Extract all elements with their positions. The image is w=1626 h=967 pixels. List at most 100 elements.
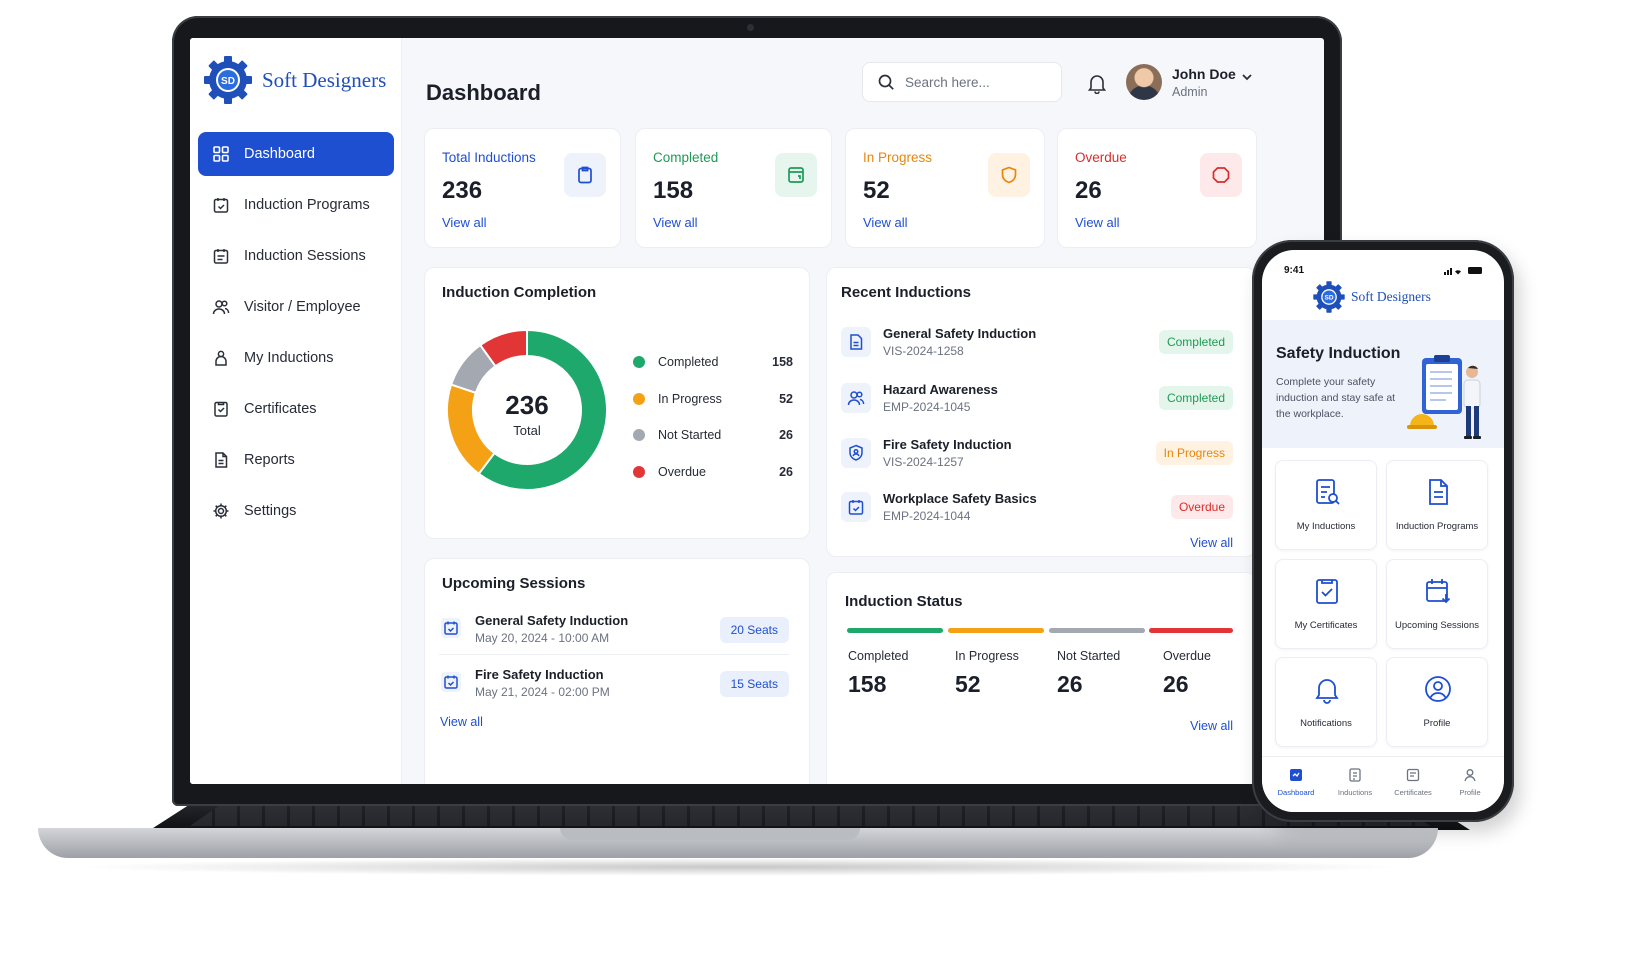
tile-my-inductions[interactable]: My Inductions [1275, 460, 1377, 550]
sidebar-item-label: Induction Programs [244, 197, 370, 213]
tile-label: My Inductions [1296, 521, 1356, 532]
sidebar-item-label: Induction Sessions [244, 248, 366, 264]
tab-inductions[interactable]: Inductions [1327, 767, 1383, 797]
stat-card-overdue[interactable]: Overdue 26 View all [1057, 128, 1257, 248]
item-title: Fire Safety Induction [883, 437, 1012, 452]
calendar-list-icon [213, 249, 229, 264]
list-item[interactable]: Fire Safety Induction May 21, 2024 - 02:… [439, 663, 789, 709]
view-all-link[interactable]: View all [442, 215, 487, 230]
session-title: General Safety Induction [475, 613, 629, 628]
user-circle-icon [1425, 676, 1451, 702]
sidebar-item-settings[interactable]: Settings [198, 489, 394, 533]
user-role: Admin [1172, 85, 1208, 99]
sidebar-item-visitor-employee[interactable]: Visitor / Employee [198, 285, 394, 329]
induction-status-card: Induction Status Completed In Progress N… [826, 572, 1256, 784]
page-title: Dashboard [426, 80, 541, 105]
tile-upcoming-sessions[interactable]: Upcoming Sessions [1386, 559, 1488, 649]
legend-item: In Progress 52 [633, 381, 793, 418]
user-icon [1464, 769, 1476, 782]
tab-certificates[interactable]: Certificates [1385, 767, 1441, 797]
tile-label: Induction Programs [1395, 521, 1479, 532]
legend-item: Completed 158 [633, 344, 793, 381]
status-label: Completed [848, 649, 909, 663]
search-bar[interactable]: Search here... [862, 62, 1062, 102]
item-code: EMP-2024-1045 [883, 400, 971, 414]
document-icon [1429, 479, 1448, 505]
user-name[interactable]: John Doe [1172, 66, 1236, 82]
stat-value: 158 [653, 177, 694, 204]
soft-designers-logo: SD [1313, 281, 1345, 313]
stat-card-completed[interactable]: Completed 158 View all [635, 128, 832, 248]
search-input[interactable]: Search here... [905, 75, 990, 90]
view-all-link[interactable]: View all [863, 215, 908, 230]
brand[interactable]: SD Soft Designers [202, 54, 386, 106]
sidebar-item-dashboard[interactable]: Dashboard [198, 132, 394, 176]
stat-icon-box [564, 153, 606, 197]
bell-icon [1315, 679, 1339, 704]
tile-my-certificates[interactable]: My Certificates [1275, 559, 1377, 649]
list-item[interactable]: General Safety Induction VIS-2024-1258 C… [841, 322, 1233, 368]
legend-value: 158 [772, 355, 793, 370]
sidebar-item-my-inductions[interactable]: My Inductions [198, 336, 394, 380]
view-all-link[interactable]: View all [440, 715, 483, 729]
ri-icon-box [841, 327, 871, 357]
list-item[interactable]: Hazard Awareness EMP-2024-1045 Completed [841, 378, 1233, 424]
bell-icon[interactable] [1086, 72, 1108, 94]
brand-name: Soft Designers [262, 67, 387, 92]
certificate-icon [1316, 579, 1338, 604]
sidebar-item-induction-sessions[interactable]: Induction Sessions [198, 234, 394, 278]
sidebar-item-induction-programs[interactable]: Induction Programs [198, 183, 394, 227]
legend-value: 52 [779, 391, 793, 406]
stat-icon-box [775, 153, 817, 197]
view-all-link[interactable]: View all [1075, 215, 1120, 230]
seats-badge: 15 Seats [719, 671, 789, 697]
legend-dot [633, 356, 645, 369]
list-item[interactable]: Workplace Safety Basics EMP-2024-1044 Ov… [841, 487, 1233, 533]
view-all-link[interactable]: View all [653, 215, 698, 230]
legend-value: 26 [779, 464, 793, 479]
sidebar-item-certificates[interactable]: Certificates [198, 387, 394, 431]
certificate-icon [214, 401, 228, 417]
calendar-check-icon [848, 500, 864, 515]
tile-label: My Certificates [1294, 620, 1358, 631]
stat-value: 236 [442, 177, 483, 204]
phone-clock: 9:41 [1284, 265, 1305, 276]
tile-induction-programs[interactable]: Induction Programs [1386, 460, 1488, 550]
calendar-icon [788, 167, 804, 183]
donut-total: 236 [505, 390, 549, 420]
legend-item: Not Started 26 [633, 417, 793, 454]
chevron-down-icon[interactable] [1240, 70, 1254, 84]
list-item[interactable]: Fire Safety Induction VIS-2024-1257 In P… [841, 433, 1233, 479]
stat-value: 52 [863, 177, 890, 204]
sidebar-item-label: Certificates [244, 401, 317, 417]
view-all-link[interactable]: View all [1190, 719, 1233, 733]
tab-dashboard[interactable]: Dashboard [1268, 767, 1324, 797]
phone-brand-name: Soft Designers [1351, 289, 1431, 304]
clipboard-search-icon [1316, 479, 1340, 505]
session-time: May 21, 2024 - 02:00 PM [475, 685, 610, 699]
item-code: VIS-2024-1257 [883, 455, 964, 469]
phone-frame: 9:41 SD Soft Designers Safety Induction … [1252, 240, 1514, 822]
item-title: Hazard Awareness [883, 382, 998, 397]
upcoming-sessions-card: Upcoming Sessions General Safety Inducti… [424, 558, 810, 784]
document-icon [215, 452, 228, 468]
certificate-icon [1406, 768, 1420, 782]
status-icons [1444, 267, 1482, 275]
stat-card-total[interactable]: Total Inductions 236 View all [424, 128, 621, 248]
gear-icon [213, 503, 229, 519]
grid-icon [213, 146, 229, 162]
stat-label: In Progress [863, 150, 933, 165]
tile-notifications[interactable]: Notifications [1275, 657, 1377, 747]
legend-item: Overdue 26 [633, 454, 793, 491]
donut-center: 236 Total [477, 390, 577, 438]
tab-profile[interactable]: Profile [1442, 767, 1498, 797]
svg-text:SD: SD [1324, 295, 1333, 302]
stat-card-in-progress[interactable]: In Progress 52 View all [845, 128, 1045, 248]
view-all-link[interactable]: View all [1190, 536, 1233, 550]
list-item[interactable]: General Safety Induction May 20, 2024 - … [439, 609, 789, 655]
tile-profile[interactable]: Profile [1386, 657, 1488, 747]
legend-dot [633, 429, 645, 442]
sidebar-item-reports[interactable]: Reports [198, 438, 394, 482]
avatar[interactable] [1126, 64, 1162, 100]
ri-icon-box [841, 438, 871, 468]
